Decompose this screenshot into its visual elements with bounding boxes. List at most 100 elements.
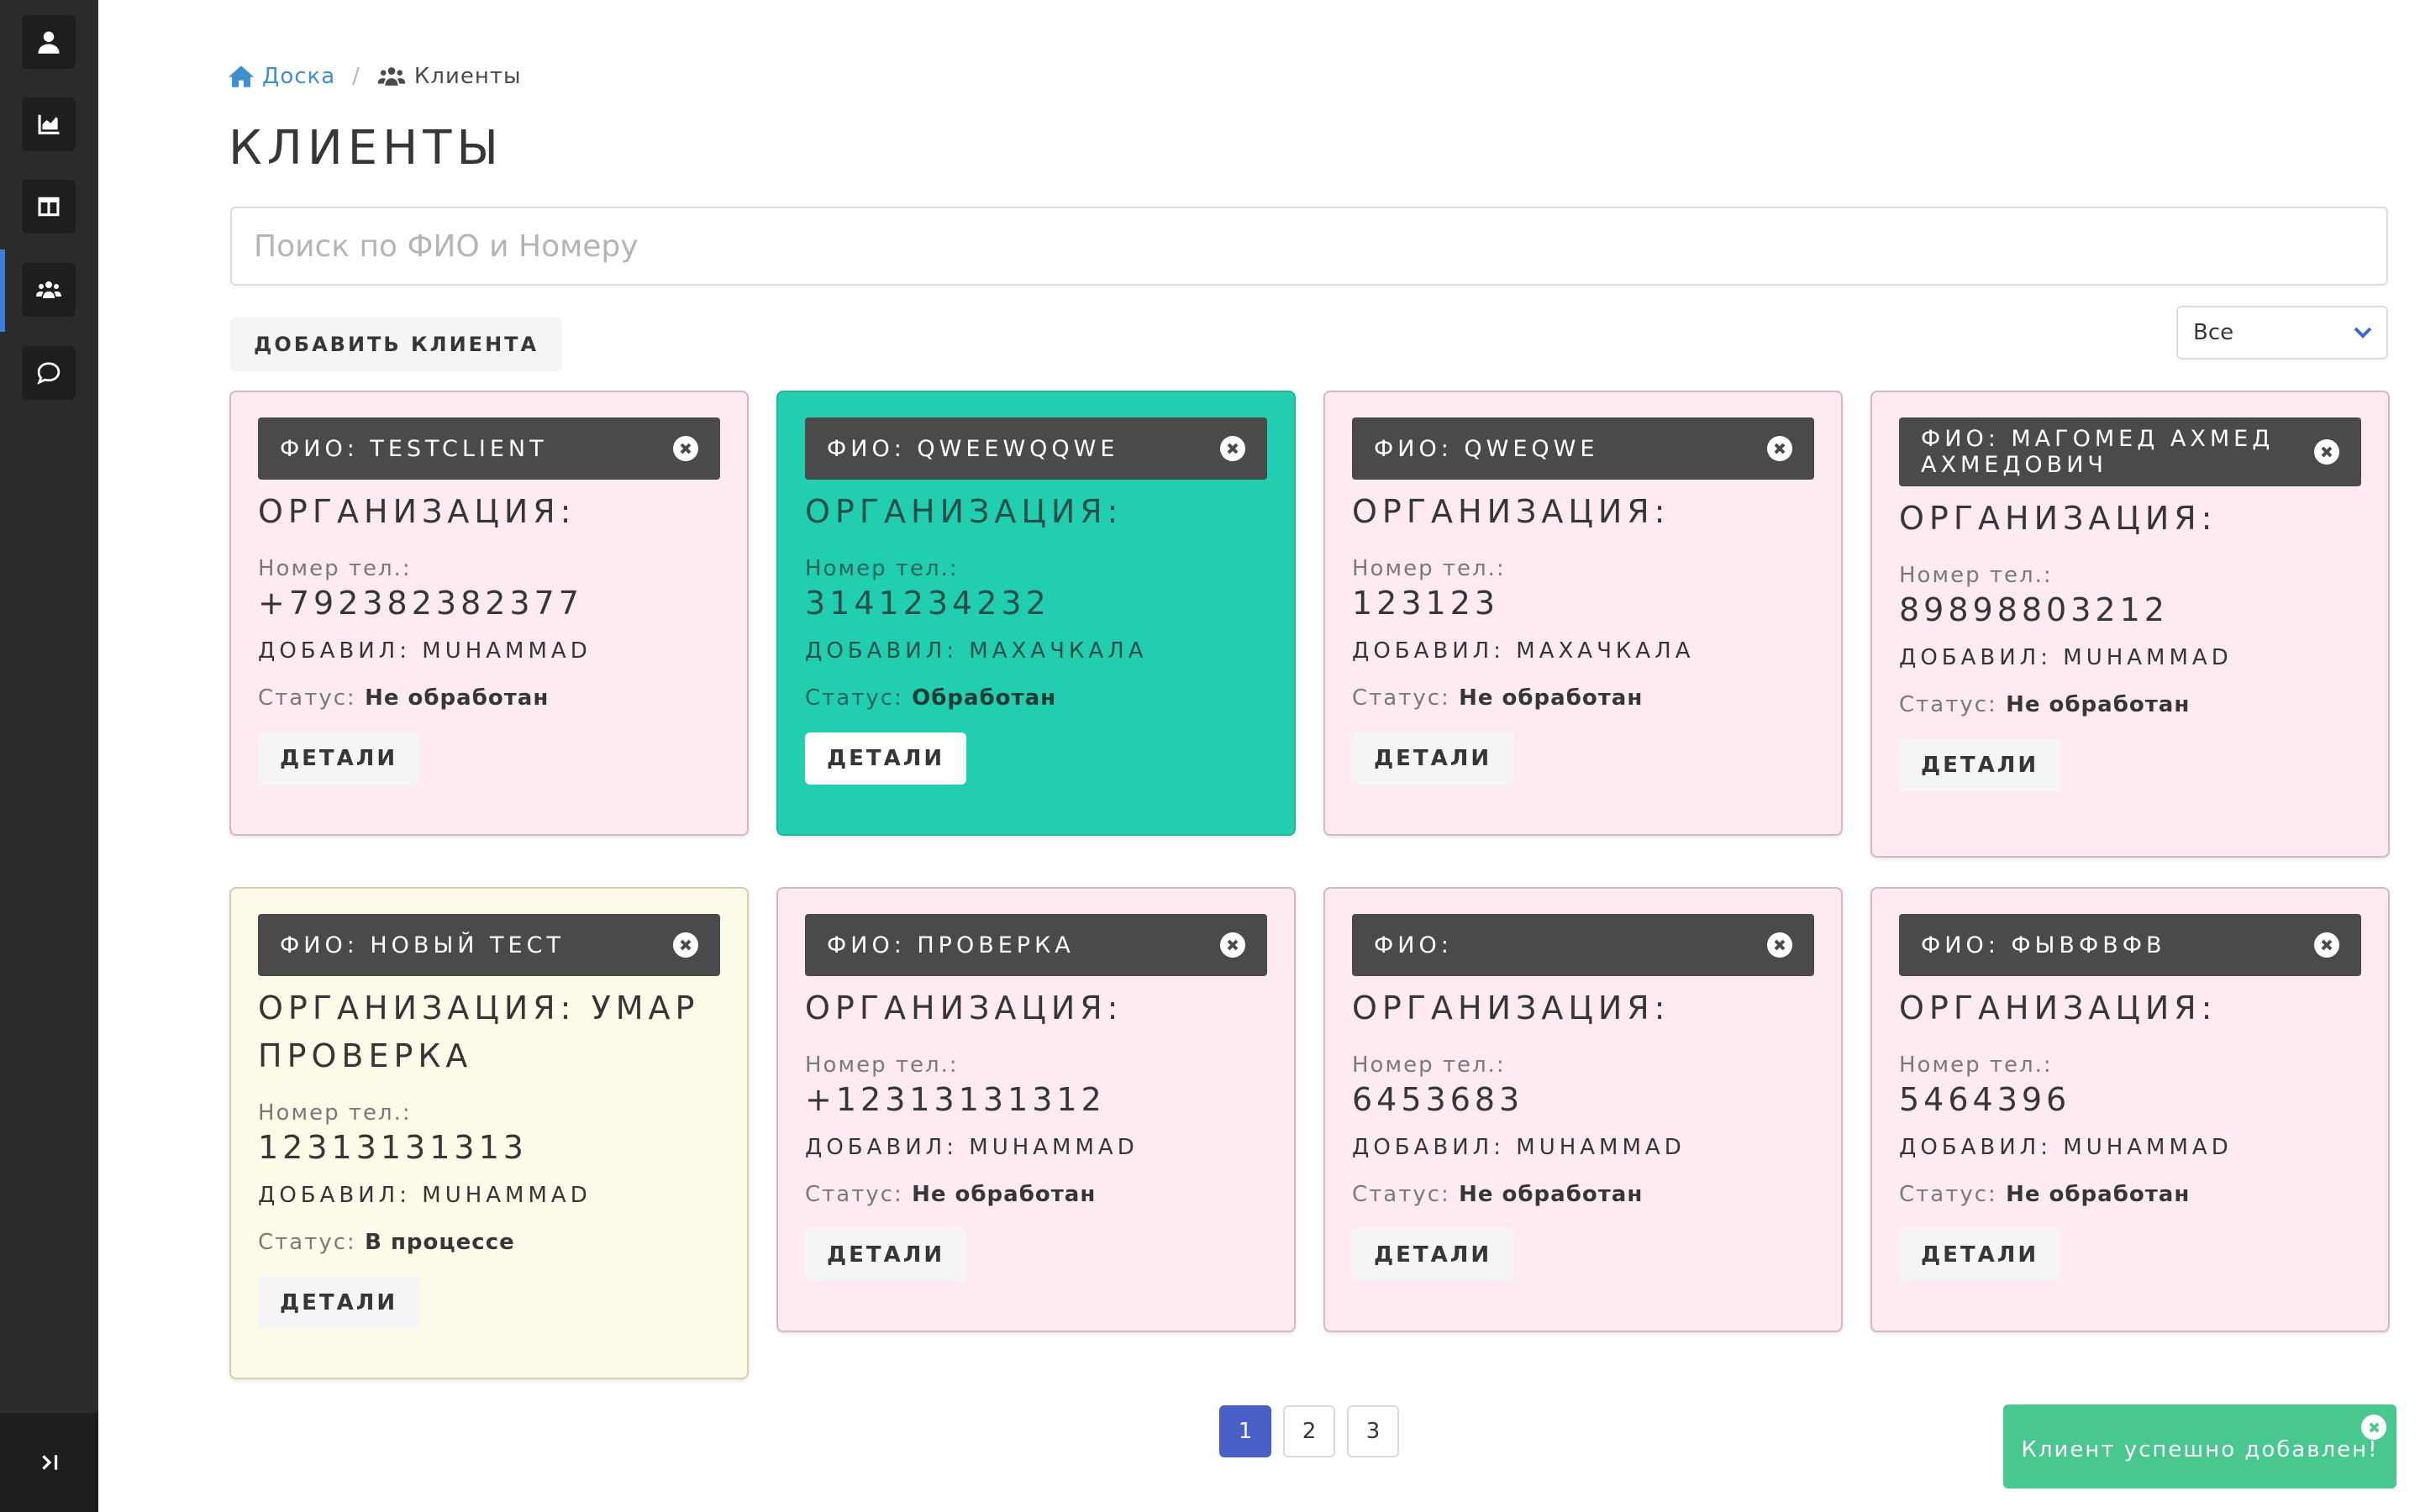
- client-phone: 5464396: [1899, 1081, 2071, 1118]
- sidebar-item-table[interactable]: [22, 180, 76, 234]
- client-fio: ФИО: Новый тест: [280, 932, 565, 958]
- client-card: ФИО: qweqwe Организация: Номер тел.: 123…: [1323, 391, 1843, 836]
- client-status: Статус: Не обработан: [258, 685, 720, 711]
- chart-icon: [38, 114, 60, 134]
- sidebar-item-stats[interactable]: [22, 97, 76, 151]
- client-card: ФИО: фывфвфв Организация: Номер тел.: 54…: [1870, 887, 2390, 1332]
- home-icon: [229, 66, 254, 87]
- chat-icon: [37, 362, 60, 385]
- client-card-header: ФИО: Новый тест: [258, 914, 720, 976]
- details-button[interactable]: Детали: [805, 1229, 967, 1281]
- status-value: Не обработан: [2006, 1182, 2191, 1207]
- page-link-1[interactable]: 1: [1219, 1405, 1271, 1457]
- users-icon: [36, 281, 61, 298]
- breadcrumb-current: Клиенты: [377, 64, 522, 89]
- collapse-icon: [41, 1455, 57, 1470]
- add-client-button[interactable]: Добавить клиента: [230, 318, 563, 371]
- status-value: В процессе: [365, 1230, 515, 1255]
- client-phone: 123123: [1352, 585, 1500, 622]
- details-button[interactable]: Детали: [805, 732, 967, 785]
- client-organization: Организация:: [805, 493, 1123, 530]
- status-label: Статус:: [1352, 685, 1450, 711]
- breadcrumb-home-link[interactable]: Доска: [229, 64, 335, 89]
- status-value: Не обработан: [1459, 1182, 1644, 1207]
- client-status: Статус: Не обработан: [1352, 685, 1814, 711]
- delete-client-button[interactable]: [673, 932, 698, 958]
- chevron-down-icon: [2354, 327, 2372, 339]
- client-fio: ФИО:: [1374, 932, 1453, 958]
- phone-label: Номер тел.:: [1899, 563, 2053, 588]
- status-label: Статус:: [1352, 1182, 1450, 1207]
- close-icon: [2321, 939, 2333, 951]
- details-button[interactable]: Детали: [258, 1277, 420, 1329]
- client-fio: ФИО: testclient: [280, 435, 548, 462]
- page-link-3[interactable]: 3: [1347, 1405, 1399, 1457]
- status-value: Обработан: [912, 685, 1057, 711]
- client-organization: Организация:: [1899, 500, 2217, 537]
- client-status: Статус: Не обработан: [1352, 1182, 1814, 1207]
- delete-client-button[interactable]: [2314, 439, 2339, 465]
- client-organization: Организация: Умар проверка: [258, 990, 700, 1074]
- details-button[interactable]: Детали: [1899, 739, 2061, 791]
- success-toast: Клиент успешно добавлен!: [2003, 1404, 2396, 1488]
- status-label: Статус:: [805, 1182, 903, 1207]
- client-status: Статус: Не обработан: [1899, 1182, 2361, 1207]
- status-filter-value: Все: [2193, 320, 2234, 345]
- users-icon: [377, 67, 406, 86]
- client-added-by: Добавил: Muhammad: [1352, 1135, 1686, 1160]
- phone-label: Номер тел.:: [258, 1100, 412, 1126]
- breadcrumb-separator: /: [352, 64, 360, 89]
- search-input[interactable]: [230, 207, 2388, 286]
- user-icon: [38, 31, 60, 54]
- delete-client-button[interactable]: [1767, 932, 1792, 958]
- sidebar-item-profile[interactable]: [22, 15, 76, 69]
- client-organization: Организация:: [1352, 493, 1670, 530]
- client-organization: Организация:: [1899, 990, 2217, 1026]
- sidebar-collapse-button[interactable]: [0, 1413, 98, 1512]
- client-phone: +792382382377: [258, 585, 583, 622]
- details-button[interactable]: Детали: [1352, 1229, 1514, 1281]
- delete-client-button[interactable]: [673, 436, 698, 461]
- client-card-header: ФИО: проверка: [805, 914, 1267, 976]
- delete-client-button[interactable]: [2314, 932, 2339, 958]
- client-phone: +12313131312: [805, 1081, 1106, 1118]
- delete-client-button[interactable]: [1220, 436, 1245, 461]
- client-phone: 89898803212: [1899, 591, 2169, 628]
- delete-client-button[interactable]: [1220, 932, 1245, 958]
- breadcrumb-home-label: Доска: [262, 64, 336, 89]
- phone-label: Номер тел.:: [805, 1053, 959, 1078]
- delete-client-button[interactable]: [1767, 436, 1792, 461]
- client-card: ФИО: testclient Организация: Номер тел.:…: [229, 391, 749, 836]
- client-card-header: ФИО: фывфвфв: [1899, 914, 2361, 976]
- client-phone: 3141234232: [805, 585, 1050, 622]
- client-status: Статус: В процессе: [258, 1230, 720, 1255]
- client-organization: Организация:: [1352, 990, 1670, 1026]
- client-phone: 12313131313: [258, 1129, 528, 1166]
- client-card-header: ФИО: qweqwe: [1352, 417, 1814, 480]
- client-fio: ФИО: qweewqqwe: [827, 435, 1119, 462]
- breadcrumb: Доска / Клиенты: [229, 64, 522, 89]
- client-added-by: Добавил: Muhammad: [258, 1183, 592, 1208]
- client-added-by: Добавил: Muhammad: [1899, 645, 2233, 670]
- client-status: Статус: Не обработан: [805, 1182, 1267, 1207]
- toast-close-button[interactable]: [2361, 1415, 2386, 1440]
- client-added-by: Добавил: Muhammad: [805, 1135, 1139, 1160]
- client-added-by: Добавил: Muhammad: [258, 638, 592, 664]
- sidebar-item-clients[interactable]: [22, 263, 76, 317]
- close-icon: [1774, 443, 1786, 454]
- status-label: Статус:: [258, 1230, 356, 1255]
- details-button[interactable]: Детали: [258, 732, 420, 785]
- page-link-2[interactable]: 2: [1283, 1405, 1335, 1457]
- sidebar-item-messages[interactable]: [22, 346, 76, 400]
- client-status: Статус: Обработан: [805, 685, 1267, 711]
- phone-label: Номер тел.:: [258, 556, 412, 581]
- phone-label: Номер тел.:: [805, 556, 959, 581]
- details-button[interactable]: Детали: [1352, 732, 1514, 785]
- client-card-header: ФИО: testclient: [258, 417, 720, 480]
- status-filter-select[interactable]: Все: [2176, 306, 2388, 360]
- client-fio: ФИО: qweqwe: [1374, 435, 1599, 462]
- status-value: Не обработан: [365, 685, 550, 711]
- details-button[interactable]: Детали: [1899, 1229, 2061, 1281]
- client-organization: Организация:: [258, 493, 576, 530]
- client-card: ФИО: Магомед Ахмед Ахмедович Организация…: [1870, 391, 2390, 858]
